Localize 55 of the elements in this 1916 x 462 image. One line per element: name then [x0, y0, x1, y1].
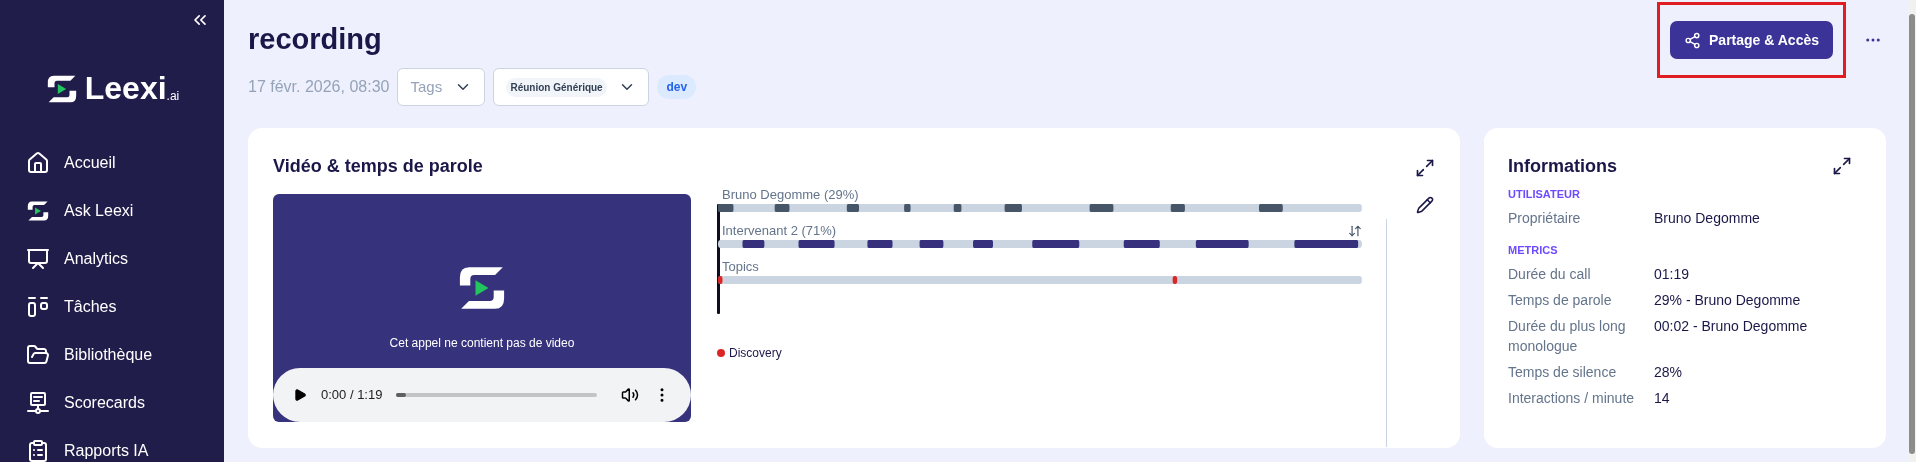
volume-icon[interactable]: [621, 386, 639, 404]
nav-item[interactable]: Ask Leexi: [26, 196, 224, 226]
info-label: Temps de silence: [1508, 363, 1618, 382]
page-title: recording: [248, 22, 383, 57]
section-heading: UTILISATEUR: [1508, 187, 1581, 202]
track-label: Topics: [722, 258, 759, 277]
info-label: Durée du call: [1508, 265, 1592, 284]
type-select[interactable]: Réunion Générique: [493, 68, 650, 106]
no-video-message: Cet appel ne contient pas de video: [389, 335, 575, 352]
info-label: Interactions / minute: [1508, 389, 1636, 408]
logo-icon: [26, 199, 50, 223]
nav-item[interactable]: Rapports IA: [26, 436, 224, 462]
info-value: 29% - Bruno Degomme: [1654, 291, 1801, 310]
logo-text: Leexi: [84, 72, 167, 104]
nav-item[interactable]: Accueil: [26, 148, 224, 178]
legend-label: Discovery: [729, 345, 782, 362]
logo-suffix: .ai: [166, 90, 180, 102]
info-label: Temps de parole: [1508, 291, 1613, 310]
nav-item[interactable]: Analytics: [26, 244, 224, 274]
info-value: Bruno Degomme: [1654, 209, 1760, 228]
nav-item[interactable]: Tâches: [26, 292, 224, 322]
edit-icon[interactable]: [1416, 196, 1434, 214]
time-text: 0:00 / 1:19: [321, 386, 383, 405]
info-label: Durée du plus long monologue: [1508, 317, 1627, 356]
info-label: Propriétaire: [1508, 209, 1582, 228]
track-label: Intervenant 2 (71%): [722, 222, 837, 241]
nav-item[interactable]: Scorecards: [26, 388, 224, 418]
tag-badge: dev: [657, 75, 697, 99]
expand-icon[interactable]: [1415, 158, 1435, 178]
card-title: Vidéo & temps de parole: [273, 155, 484, 178]
info-value: 01:19: [1654, 265, 1690, 284]
folder-icon: [26, 343, 50, 367]
nav-item[interactable]: Bibliothèque: [26, 340, 224, 370]
share-icon: [1684, 31, 1701, 49]
sort-icon[interactable]: [1348, 224, 1362, 238]
info-value: 14: [1654, 389, 1670, 408]
scrollbar[interactable]: [1908, 0, 1916, 462]
columns-icon: [26, 295, 50, 319]
section-heading: METRICS: [1508, 243, 1559, 258]
home-icon: [26, 151, 50, 175]
speaker-timeline[interactable]: [718, 204, 1362, 212]
audio-player[interactable]: 0:00 / 1:19: [273, 368, 691, 422]
info-value: 00:02 - Bruno Degomme: [1654, 317, 1808, 336]
info-value: 28%: [1654, 363, 1683, 382]
card-title: Informations: [1508, 155, 1617, 178]
track-label: Bruno Degomme (29%): [722, 186, 859, 205]
play-icon[interactable]: [293, 388, 307, 402]
share-button[interactable]: Partage & Accès: [1670, 21, 1833, 59]
scorecard-icon: [26, 391, 50, 415]
expand-icon[interactable]: [1832, 156, 1852, 176]
speaker-timeline[interactable]: [718, 240, 1362, 248]
clipboard-icon: [26, 439, 50, 462]
progress-track[interactable]: [396, 393, 597, 397]
date-text: 17 févr. 2026, 08:30: [248, 77, 390, 97]
presentation-icon: [26, 247, 50, 271]
